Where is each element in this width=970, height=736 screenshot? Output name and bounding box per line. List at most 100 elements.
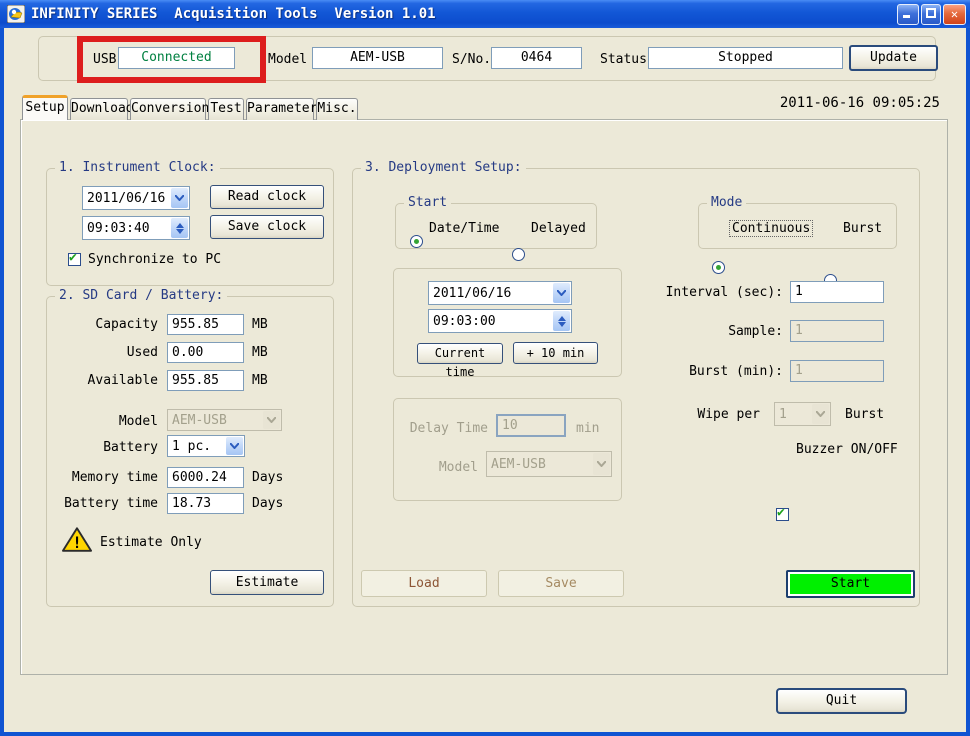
chevron-down-icon[interactable] <box>171 188 188 208</box>
sync-to-pc-checkbox[interactable]: ✔ <box>68 253 81 266</box>
app-icon <box>7 5 25 23</box>
battery-label: Battery <box>50 440 158 455</box>
spinner-arrows-icon[interactable] <box>553 311 570 331</box>
chevron-down-icon <box>263 411 280 429</box>
battery-time-unit: Days <box>252 496 283 511</box>
usb-highlight-annotation <box>77 36 266 83</box>
plus-10-min-button[interactable]: + 10 min <box>513 342 598 364</box>
memory-time-unit: Days <box>252 470 283 485</box>
warning-icon: ! <box>62 526 92 557</box>
radio-delayed-label[interactable]: Delayed <box>531 221 586 236</box>
delay-time-label: Delay Time <box>396 421 488 436</box>
read-clock-button[interactable]: Read clock <box>210 185 324 209</box>
title-bar: INFINITY SERIES Acquisition Tools Versio… <box>0 0 970 28</box>
minimize-button[interactable] <box>897 4 919 25</box>
sd-model-label: Model <box>50 414 158 429</box>
wipe-per-unit: Burst <box>845 407 884 422</box>
radio-continuous-label[interactable]: Continuous <box>730 221 812 236</box>
clock-date-value: 2011/06/16 <box>83 191 170 206</box>
model-label: Model <box>268 52 307 67</box>
start-time-spinner[interactable]: 09:03:00 <box>428 309 572 333</box>
tab-setup[interactable]: Setup <box>22 95 68 120</box>
radio-delayed[interactable] <box>512 248 525 261</box>
spinner-arrows-icon[interactable] <box>171 218 188 238</box>
quit-button[interactable]: Quit <box>776 688 907 714</box>
capacity-label: Capacity <box>50 317 158 332</box>
wipe-per-value: 1 <box>775 407 811 422</box>
maximize-button[interactable] <box>921 4 941 25</box>
wipe-per-dropdown: 1 <box>774 402 831 426</box>
tab-misc[interactable]: Misc. <box>316 98 358 120</box>
serial-label: S/No. <box>452 52 491 67</box>
window-title: INFINITY SERIES Acquisition Tools Versio… <box>31 6 436 22</box>
sync-to-pc-label: Synchronize to PC <box>88 252 221 267</box>
sd-model-value: AEM-USB <box>168 413 262 428</box>
radio-date-time-label[interactable]: Date/Time <box>429 221 499 236</box>
available-label: Available <box>50 373 158 388</box>
interval-input[interactable]: 1 <box>790 281 884 303</box>
serial-value: 0464 <box>491 47 582 69</box>
chevron-down-icon[interactable] <box>553 283 570 303</box>
tab-conversion[interactable]: Conversion <box>130 98 206 120</box>
capacity-unit: MB <box>252 317 268 332</box>
estimate-button[interactable]: Estimate <box>210 570 324 595</box>
battery-time-value: 18.73 <box>167 493 244 514</box>
wipe-per-label: Wipe per <box>640 407 760 422</box>
check-icon: ✔ <box>777 505 785 520</box>
start-date-value: 2011/06/16 <box>429 286 552 301</box>
delay-time-input: 10 <box>496 414 566 437</box>
battery-time-label: Battery time <box>50 496 158 511</box>
burst-input: 1 <box>790 360 884 382</box>
chevron-down-icon <box>593 453 610 475</box>
available-value: 955.85 <box>167 370 244 391</box>
estimate-note: Estimate Only <box>100 535 202 550</box>
save-clock-button[interactable]: Save clock <box>210 215 324 239</box>
load-button[interactable]: Load <box>361 570 487 597</box>
tab-parameter[interactable]: Parameter <box>246 98 314 120</box>
start-date-dropdown[interactable]: 2011/06/16 <box>428 281 572 305</box>
interval-label: Interval (sec): <box>640 285 783 300</box>
clock-date-dropdown[interactable]: 2011/06/16 <box>82 186 190 210</box>
sample-label: Sample: <box>640 324 783 339</box>
radio-continuous[interactable] <box>712 261 725 274</box>
status-label: Status <box>600 52 647 67</box>
capacity-value: 955.85 <box>167 314 244 335</box>
clock-time-value: 09:03:40 <box>83 221 170 236</box>
buzzer-checkbox[interactable]: ✔ <box>776 508 789 521</box>
instrument-clock-title: 1. Instrument Clock: <box>55 160 220 175</box>
tab-test[interactable]: Test <box>208 98 244 120</box>
delay-model-label: Model <box>396 460 478 475</box>
svg-text:!: ! <box>72 533 82 552</box>
start-button[interactable]: Start <box>786 570 915 598</box>
status-value: Stopped <box>648 47 843 69</box>
update-button[interactable]: Update <box>849 45 938 71</box>
chevron-down-icon <box>812 404 829 424</box>
close-button[interactable]: ✕ <box>943 4 966 25</box>
chevron-down-icon[interactable] <box>226 437 243 455</box>
delay-time-unit: min <box>576 421 599 436</box>
burst-label: Burst (min): <box>640 364 783 379</box>
used-value: 0.00 <box>167 342 244 363</box>
delay-model-dropdown: AEM-USB <box>486 451 612 477</box>
radio-burst-label[interactable]: Burst <box>843 221 882 236</box>
current-time-button[interactable]: Current time <box>417 343 503 364</box>
memory-time-label: Memory time <box>50 470 158 485</box>
start-time-value: 09:03:00 <box>429 314 552 329</box>
current-datetime: 2011-06-16 09:05:25 <box>700 95 940 111</box>
used-label: Used <box>50 345 158 360</box>
buzzer-label: Buzzer ON/OFF <box>796 442 898 457</box>
sd-card-battery-title: 2. SD Card / Battery: <box>55 288 227 303</box>
radio-date-time[interactable] <box>410 235 423 248</box>
battery-value: 1 pc. <box>168 439 225 454</box>
clock-time-spinner[interactable]: 09:03:40 <box>82 216 190 240</box>
check-icon: ✔ <box>69 250 77 265</box>
sd-model-dropdown: AEM-USB <box>167 409 282 431</box>
save-button[interactable]: Save <box>498 570 624 597</box>
sample-input: 1 <box>790 320 884 342</box>
tab-download[interactable]: Download <box>70 98 128 120</box>
used-unit: MB <box>252 345 268 360</box>
available-unit: MB <box>252 373 268 388</box>
start-group-title: Start <box>404 195 451 210</box>
memory-time-value: 6000.24 <box>167 467 244 488</box>
battery-dropdown[interactable]: 1 pc. <box>167 435 245 457</box>
